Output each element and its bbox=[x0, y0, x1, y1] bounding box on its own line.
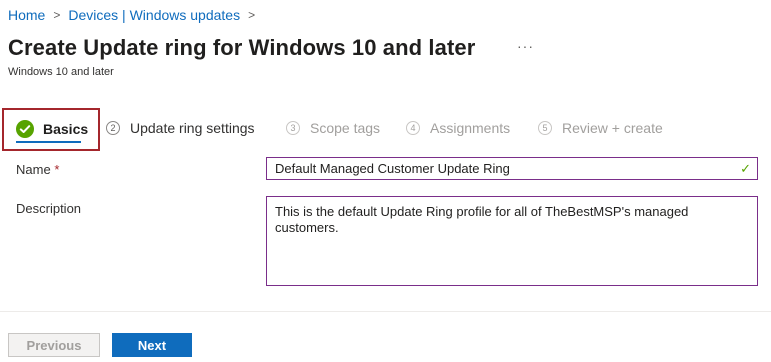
check-circle-icon bbox=[16, 120, 34, 138]
tab-review-create[interactable]: 5 Review + create bbox=[538, 120, 663, 136]
step-number-icon: 3 bbox=[286, 121, 300, 135]
name-label: Name * bbox=[16, 162, 59, 177]
next-button[interactable]: Next bbox=[112, 333, 192, 357]
step-number-icon: 4 bbox=[406, 121, 420, 135]
chevron-right-icon: > bbox=[248, 8, 256, 22]
step-label: Scope tags bbox=[310, 120, 381, 136]
tab-assignments[interactable]: 4 Assignments bbox=[406, 120, 510, 136]
name-field-value: Default Managed Customer Update Ring bbox=[275, 161, 510, 176]
breadcrumb-devices-link[interactable]: Devices | Windows updates bbox=[68, 7, 240, 23]
required-marker: * bbox=[54, 162, 60, 177]
tab-scope-tags[interactable]: 3 Scope tags bbox=[286, 120, 380, 136]
page-title: Create Update ring for Windows 10 and la… bbox=[8, 35, 476, 60]
check-icon: ✓ bbox=[740, 161, 751, 176]
step-label: Assignments bbox=[430, 120, 511, 136]
step-number-icon: 2 bbox=[106, 121, 120, 135]
page-subtitle: Windows 10 and later bbox=[8, 66, 114, 78]
breadcrumb: Home > Devices | Windows updates > bbox=[8, 7, 263, 23]
more-options-icon[interactable]: ··· bbox=[517, 38, 534, 54]
step-label: Basics bbox=[43, 121, 89, 137]
chevron-right-icon: > bbox=[53, 8, 61, 22]
description-field-value: This is the default Update Ring profile … bbox=[275, 204, 689, 235]
previous-button[interactable]: Previous bbox=[8, 333, 100, 357]
step-label: Review + create bbox=[562, 120, 663, 136]
step-label: Update ring settings bbox=[130, 120, 255, 136]
name-field[interactable]: Default Managed Customer Update Ring ✓ bbox=[266, 157, 758, 180]
description-label: Description bbox=[16, 201, 82, 216]
name-label-text: Name bbox=[16, 162, 51, 177]
active-tab-indicator bbox=[16, 141, 81, 143]
footer-divider bbox=[0, 311, 771, 312]
tab-update-ring-settings[interactable]: 2 Update ring settings bbox=[106, 120, 255, 136]
description-field[interactable]: This is the default Update Ring profile … bbox=[266, 196, 758, 286]
step-number-icon: 5 bbox=[538, 121, 552, 135]
tab-basics[interactable]: Basics bbox=[16, 120, 88, 138]
breadcrumb-home-link[interactable]: Home bbox=[8, 7, 45, 23]
